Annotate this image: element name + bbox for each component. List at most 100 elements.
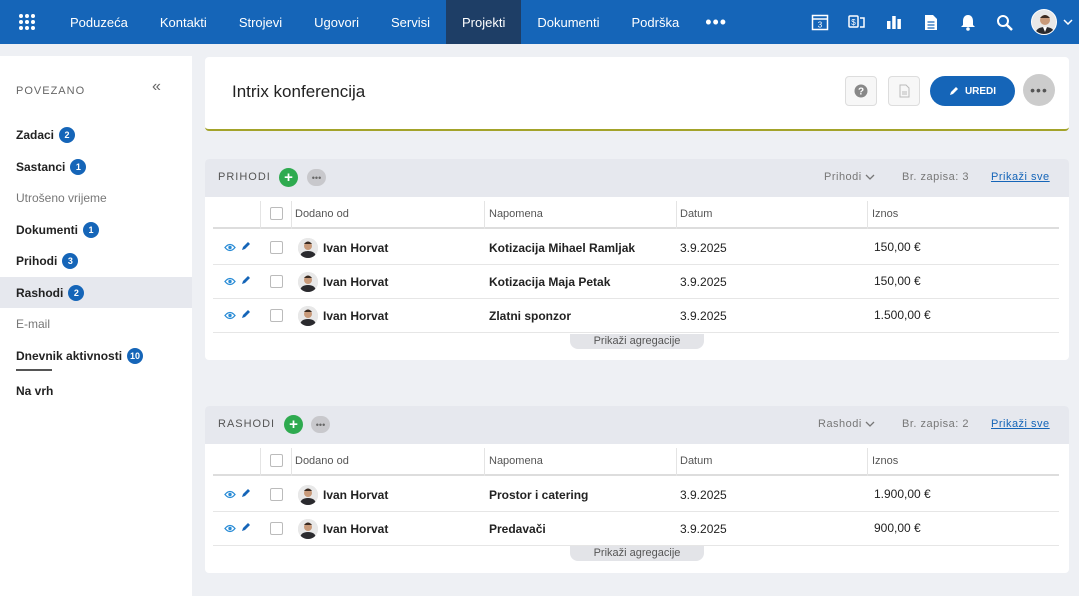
record-count: Br. zapisa: 2: [902, 418, 970, 430]
row-date: 3.9.2025: [680, 275, 727, 289]
col-dodano-od[interactable]: Dodano od: [295, 208, 349, 220]
user-avatar: [298, 519, 318, 539]
main-nav: Poduzeća Kontakti Strojevi Ugovori Servi…: [54, 0, 737, 44]
view-icon[interactable]: [224, 277, 236, 286]
edit-button-label: UREDI: [964, 85, 997, 97]
edit-pencil-icon[interactable]: [241, 275, 251, 285]
edit-pencil-icon[interactable]: [241, 241, 251, 251]
nav-item-strojevi[interactable]: Strojevi: [223, 0, 298, 44]
calendar-icon[interactable]: 3: [801, 0, 838, 44]
row-checkbox[interactable]: [270, 488, 283, 501]
user-avatar: [298, 306, 318, 326]
user-avatar[interactable]: [1031, 9, 1057, 35]
col-datum[interactable]: Datum: [680, 208, 712, 220]
exchange-icon[interactable]: $: [838, 0, 875, 44]
income-more-button[interactable]: •••: [307, 169, 326, 186]
document-icon[interactable]: [912, 0, 949, 44]
bell-icon[interactable]: [949, 0, 986, 44]
row-note: Predavači: [489, 522, 546, 536]
sidebar-item-sastanci[interactable]: Sastanci 1: [0, 151, 192, 182]
table-row[interactable]: Ivan Horvat Kotizacija Maja Petak 3.9.20…: [213, 265, 1059, 299]
select-all-checkbox[interactable]: [270, 207, 283, 220]
nav-item-ugovori[interactable]: Ugovori: [298, 0, 375, 44]
user-avatar: [298, 272, 318, 292]
income-filter-dropdown[interactable]: Prihodi: [824, 171, 875, 183]
expenses-filter-dropdown[interactable]: Rashodi: [818, 418, 875, 430]
sidebar-item-prihodi[interactable]: Prihodi 3: [0, 245, 192, 276]
top-icons: 3 $: [801, 0, 1079, 44]
income-panel: PRIHODI + ••• Prihodi Br. zapisa: 3 Prik…: [205, 159, 1069, 360]
nav-item-projekti[interactable]: Projekti: [445, 0, 522, 44]
sidebar-item-zadaci[interactable]: Zadaci 2: [0, 119, 192, 150]
calendar-day: 3: [817, 21, 822, 30]
nav-item-servisi[interactable]: Servisi: [375, 0, 446, 44]
col-napomena[interactable]: Napomena: [489, 208, 543, 220]
user-avatar: [298, 238, 318, 258]
edit-button[interactable]: UREDI: [930, 76, 1015, 106]
sidebar-item-dokumenti[interactable]: Dokumenti 1: [0, 214, 192, 245]
svg-text:$: $: [851, 18, 856, 27]
view-icon[interactable]: [224, 243, 236, 252]
edit-pencil-icon[interactable]: [241, 309, 251, 319]
more-actions-button[interactable]: •••: [1023, 74, 1055, 106]
sidebar-item-na-vrh[interactable]: Na vrh: [0, 375, 192, 406]
search-icon[interactable]: [986, 0, 1023, 44]
show-aggregations-button[interactable]: Prikaži agregacije: [570, 334, 704, 349]
add-expense-button[interactable]: +: [284, 415, 303, 434]
pdf-button[interactable]: [888, 76, 920, 106]
col-iznos[interactable]: Iznos: [872, 208, 898, 220]
show-all-link[interactable]: Prikaži sve: [991, 171, 1050, 183]
nav-item-dokumenti[interactable]: Dokumenti: [521, 0, 615, 44]
row-note: Kotizacija Mihael Ramljak: [489, 241, 636, 255]
show-aggregations-button[interactable]: Prikaži agregacije: [570, 546, 704, 561]
col-napomena[interactable]: Napomena: [489, 455, 543, 467]
row-checkbox[interactable]: [270, 275, 283, 288]
record-header: Intrix konferencija ? UREDI •••: [205, 57, 1069, 131]
col-iznos[interactable]: Iznos: [872, 455, 898, 467]
sidebar-item-rashodi[interactable]: Rashodi 2: [0, 277, 192, 308]
nav-item-kontakti[interactable]: Kontakti: [144, 0, 223, 44]
expenses-more-button[interactable]: •••: [311, 416, 330, 433]
reports-icon[interactable]: [875, 0, 912, 44]
select-all-checkbox[interactable]: [270, 454, 283, 467]
row-checkbox[interactable]: [270, 241, 283, 254]
record-count: Br. zapisa: 3: [902, 171, 970, 183]
view-icon[interactable]: [224, 490, 236, 499]
page-title: Intrix konferencija: [232, 82, 366, 101]
count-badge: 1: [83, 221, 100, 238]
collapse-icon[interactable]: «: [152, 78, 161, 96]
nav-item-podrska[interactable]: Podrška: [615, 0, 695, 44]
nav-item-poduzeca[interactable]: Poduzeća: [54, 0, 144, 44]
view-icon[interactable]: [224, 524, 236, 533]
show-all-link[interactable]: Prikaži sve: [991, 418, 1050, 430]
help-button[interactable]: ?: [845, 76, 877, 106]
expenses-panel-header: RASHODI + ••• Rashodi Br. zapisa: 2 Prik…: [205, 406, 1069, 444]
file-icon: [899, 84, 909, 98]
row-date: 3.9.2025: [680, 241, 727, 255]
sidebar-item-label: Rashodi: [16, 285, 64, 300]
sidebar-item-utroseno-vrijeme[interactable]: Utrošeno vrijeme: [0, 182, 192, 213]
edit-pencil-icon[interactable]: [241, 522, 251, 532]
count-badge: 1: [70, 158, 87, 175]
table-row[interactable]: Ivan Horvat Predavači 3.9.2025 900,00 €: [213, 512, 1059, 546]
svg-text:?: ?: [858, 87, 864, 98]
col-datum[interactable]: Datum: [680, 455, 712, 467]
nav-more-button[interactable]: •••: [695, 0, 737, 44]
sidebar-item-email[interactable]: E-mail: [0, 308, 192, 339]
table-row[interactable]: Ivan Horvat Zlatni sponzor 3.9.2025 1.50…: [213, 299, 1059, 333]
sidebar-item-label: Zadaci: [16, 127, 55, 142]
col-dodano-od[interactable]: Dodano od: [295, 455, 349, 467]
row-amount: 1.500,00 €: [874, 308, 931, 322]
sidebar: POVEZANO « Zadaci 2 Sastanci 1 Utrošeno vr…: [0, 56, 192, 596]
app-grid-icon[interactable]: [0, 0, 54, 44]
view-icon[interactable]: [224, 311, 236, 320]
chevron-down-icon[interactable]: [1057, 19, 1079, 25]
add-income-button[interactable]: +: [279, 168, 298, 187]
row-checkbox[interactable]: [270, 522, 283, 535]
table-row[interactable]: Ivan Horvat Prostor i catering 3.9.2025 …: [213, 478, 1059, 512]
row-checkbox[interactable]: [270, 309, 283, 322]
edit-pencil-icon[interactable]: [241, 488, 251, 498]
chevron-down-icon: [865, 174, 875, 180]
sidebar-item-dnevnik-aktivnosti[interactable]: Dnevnik aktivnosti 10: [0, 340, 192, 371]
table-row[interactable]: Ivan Horvat Kotizacija Mihael Ramljak 3.…: [213, 231, 1059, 265]
